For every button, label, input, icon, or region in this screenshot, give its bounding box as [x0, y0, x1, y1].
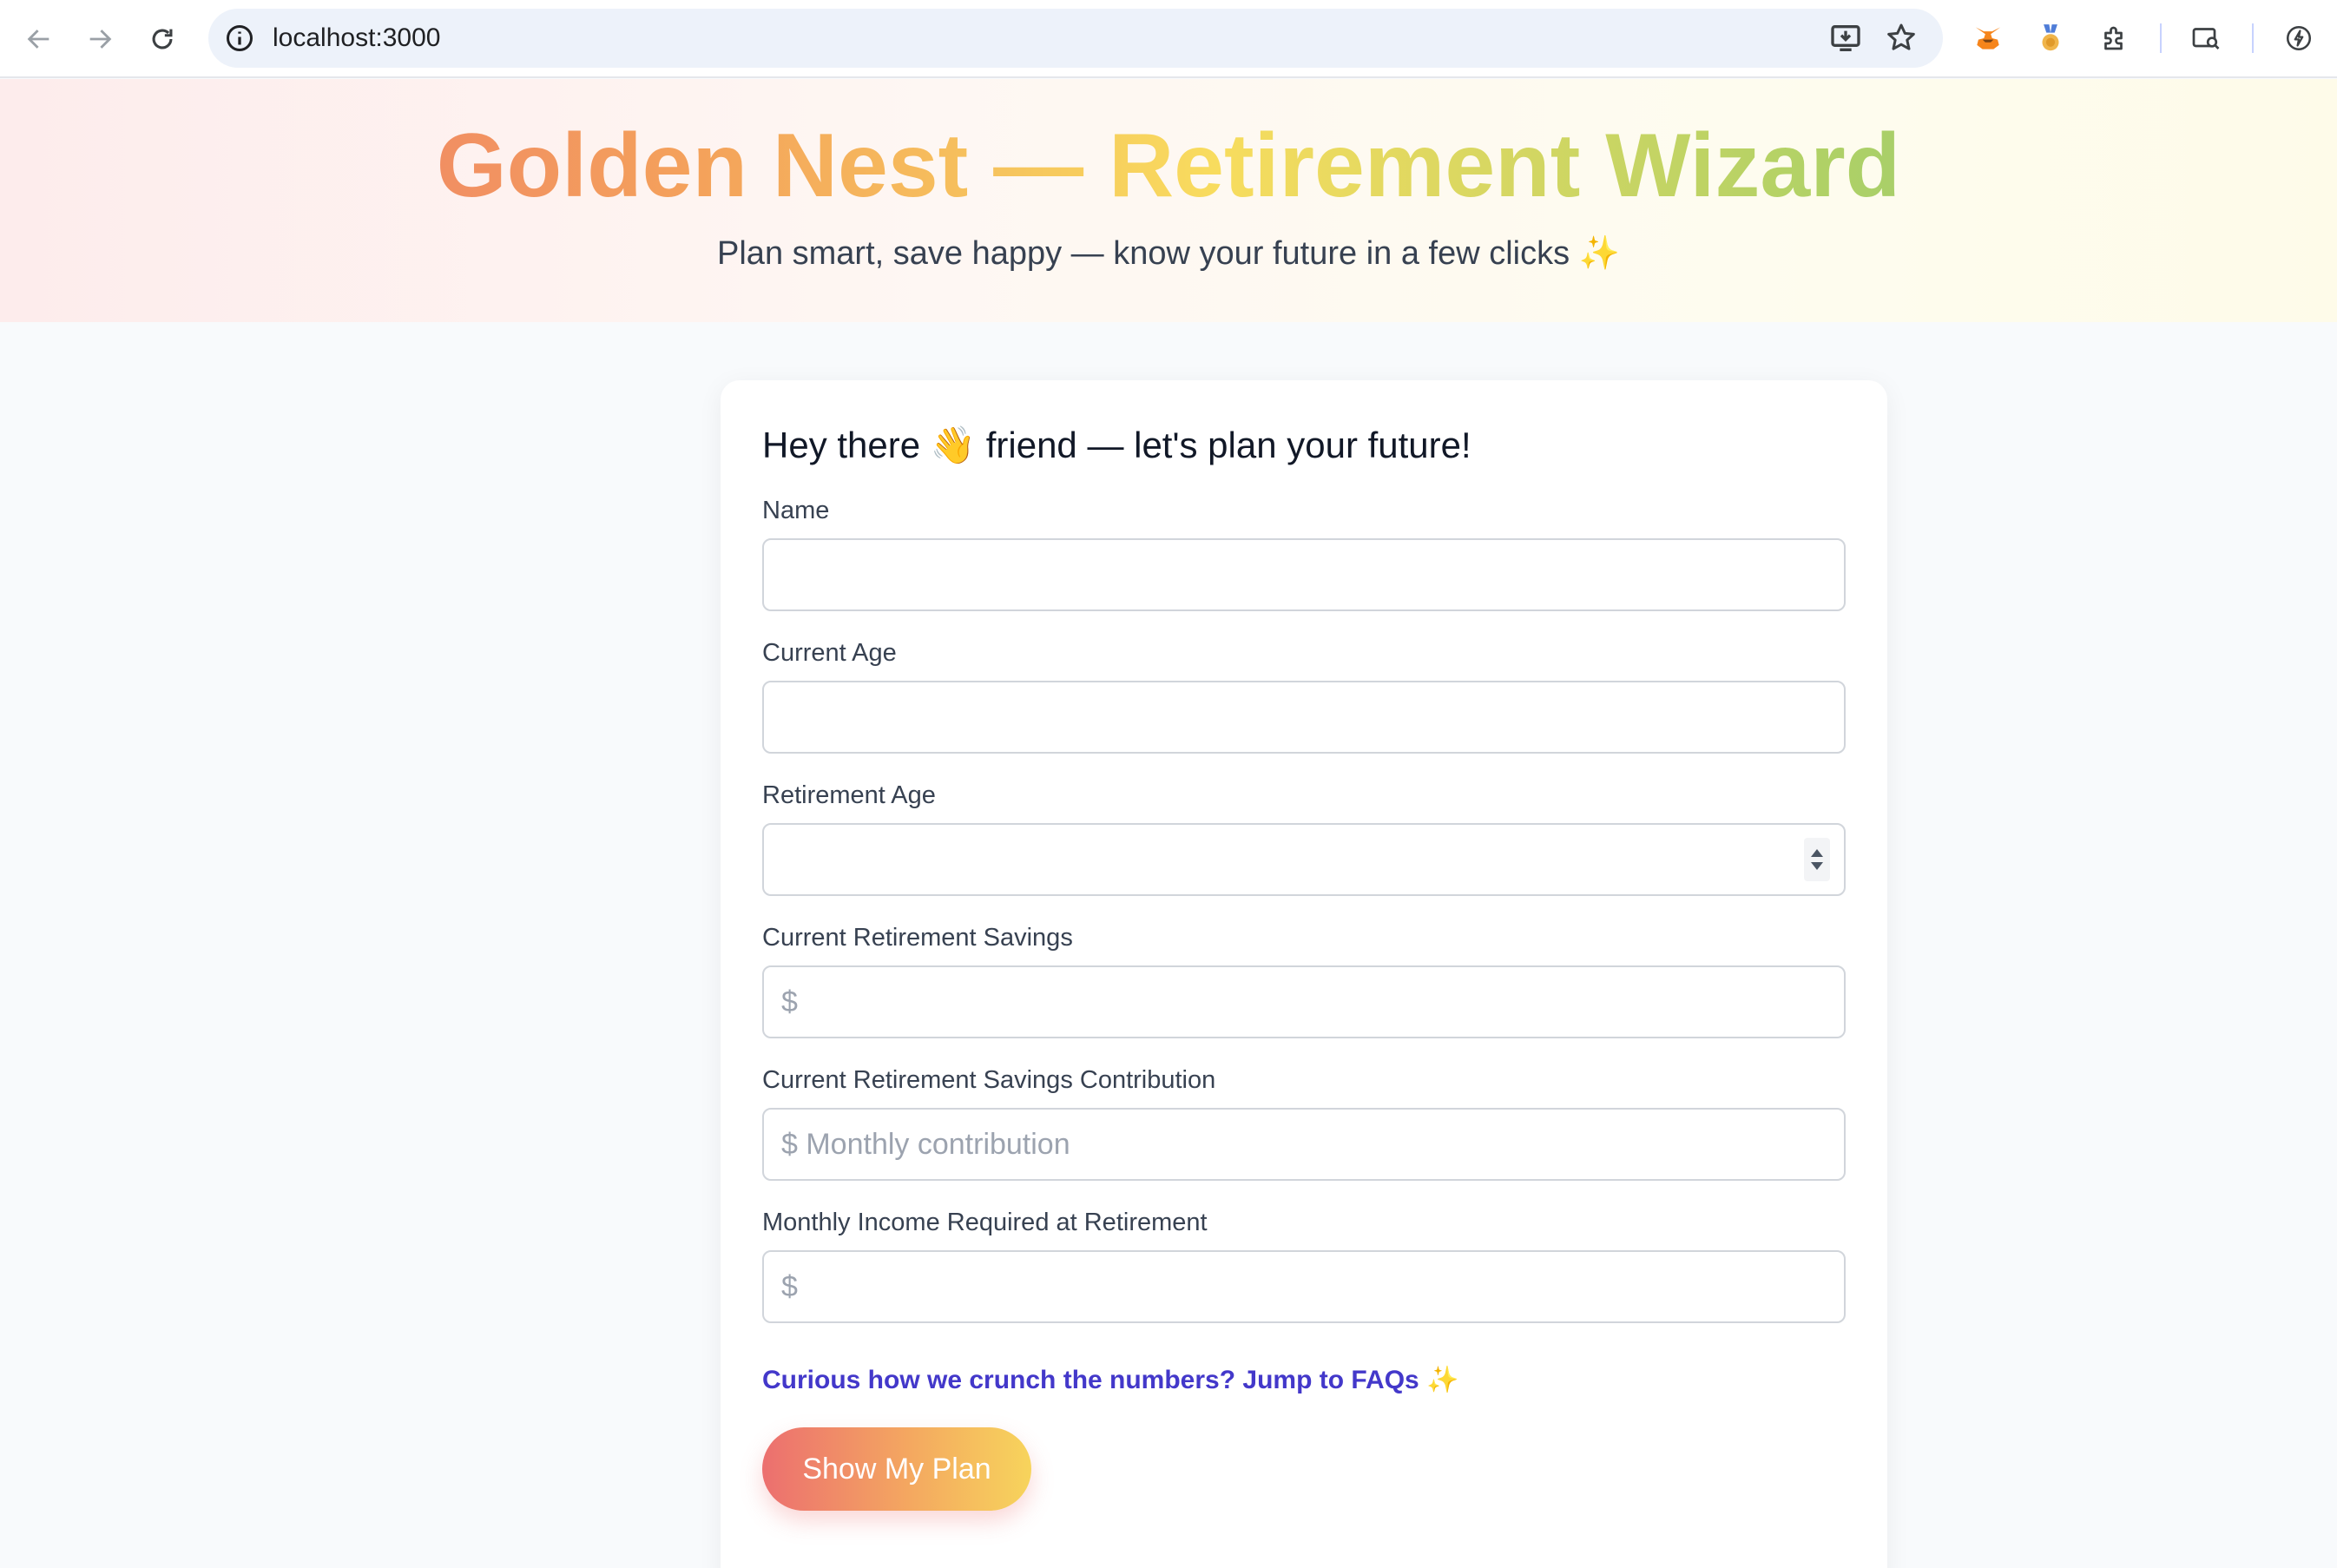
savings-contribution-label: Current Retirement Savings Contribution	[762, 1066, 1216, 1094]
reload-icon	[152, 29, 173, 49]
forward-arrow-icon	[89, 30, 112, 49]
savings-contribution-input[interactable]	[762, 1108, 1846, 1181]
install-app-icon[interactable]	[1828, 21, 1863, 56]
monthly-income-label: Monthly Income Required at Retirement	[762, 1209, 1208, 1236]
show-my-plan-button[interactable]: Show My Plan	[762, 1427, 1031, 1511]
puzzle-extensions-icon	[2104, 26, 2123, 50]
browser-toolbar: localhost:3000	[0, 0, 2337, 78]
back-arrow-icon	[27, 30, 49, 49]
retirement-age-label: Retirement Age	[762, 781, 936, 809]
forward-button[interactable]	[80, 19, 120, 59]
toolbar-separator	[2252, 23, 2254, 53]
info-icon[interactable]	[224, 23, 255, 54]
current-age-label: Current Age	[762, 639, 897, 667]
extensions-button[interactable]	[2096, 19, 2134, 57]
url-text[interactable]: localhost:3000	[273, 21, 440, 56]
name-input[interactable]	[762, 538, 1846, 611]
faq-link[interactable]: Curious how we crunch the numbers? Jump …	[762, 1363, 1458, 1398]
page-subtitle: Plan smart, save happy — know your futur…	[717, 235, 1620, 272]
metamask-extension[interactable]	[1969, 19, 2007, 57]
toolbar-separator	[2160, 23, 2162, 53]
stepper-up-icon[interactable]	[1811, 849, 1823, 857]
search-tabs-button[interactable]	[2188, 19, 2226, 57]
address-bar[interactable]: localhost:3000	[208, 9, 1943, 68]
stepper-down-icon[interactable]	[1811, 862, 1823, 870]
name-label: Name	[762, 497, 830, 524]
hero-banner: Golden Nest — Retirement Wizard Plan sma…	[0, 79, 2337, 322]
page-title: Golden Nest — Retirement Wizard	[0, 114, 2337, 218]
bookmark-star-icon[interactable]	[1884, 21, 1919, 56]
search-tabs-icon	[2192, 28, 2220, 49]
performance-button[interactable]	[2280, 19, 2318, 57]
medal-extension[interactable]	[2031, 19, 2070, 57]
back-button[interactable]	[19, 19, 59, 59]
current-savings-label: Current Retirement Savings	[762, 924, 1073, 952]
medal-extension-icon	[2042, 24, 2059, 51]
retirement-age-input[interactable]	[762, 823, 1846, 896]
form-heading: Hey there 👋 friend — let's plan your fut…	[762, 425, 1471, 465]
current-savings-input[interactable]	[762, 965, 1846, 1038]
reload-button[interactable]	[142, 19, 182, 59]
performance-icon	[2286, 25, 2312, 51]
retirement-form-card: Hey there 👋 friend — let's plan your fut…	[721, 380, 1887, 1568]
retirement-age-stepper[interactable]	[1804, 838, 1830, 881]
metamask-fox-icon	[1975, 27, 2001, 49]
current-age-input[interactable]	[762, 681, 1846, 754]
monthly-income-input[interactable]	[762, 1250, 1846, 1323]
